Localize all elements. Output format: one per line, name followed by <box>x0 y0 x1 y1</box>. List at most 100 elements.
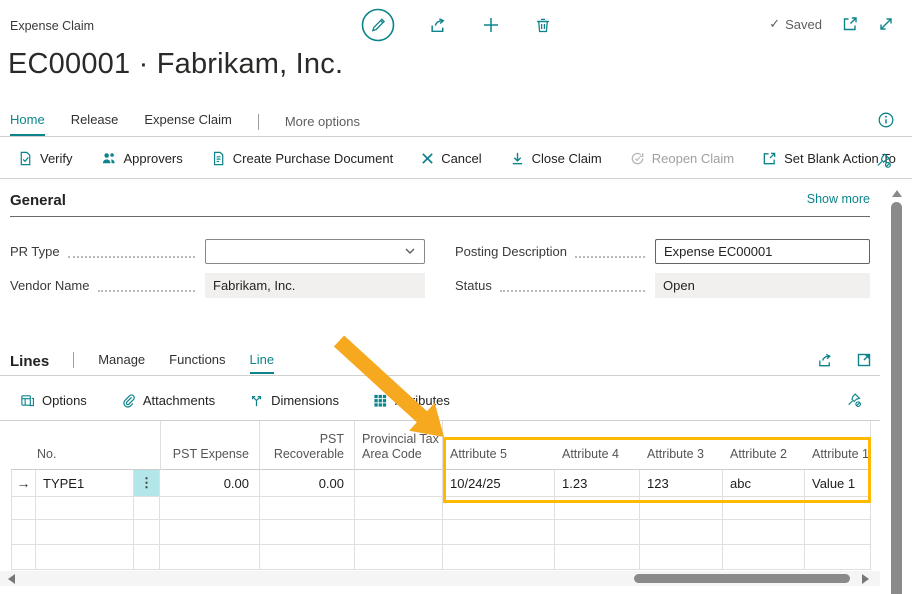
dimensions-button[interactable]: Dimensions <box>249 393 339 408</box>
cell-attribute-2[interactable]: abc <box>723 470 805 497</box>
unpin-icon[interactable] <box>875 152 892 169</box>
lines-tab-functions[interactable]: Functions <box>169 352 225 374</box>
empty-cell[interactable] <box>160 520 260 545</box>
empty-cell[interactable] <box>160 545 260 570</box>
edit-pencil-icon[interactable] <box>361 8 395 42</box>
expand-lines-icon[interactable] <box>856 352 872 369</box>
options-button[interactable]: Options <box>20 393 87 408</box>
empty-cell[interactable] <box>723 497 805 520</box>
scroll-right-arrow-icon[interactable] <box>862 574 869 584</box>
horizontal-scrollbar-thumb[interactable] <box>634 574 850 583</box>
cell-provincial-tax-area-code[interactable] <box>355 470 443 497</box>
empty-cell[interactable] <box>443 545 555 570</box>
tab-expense-claim[interactable]: Expense Claim <box>144 112 231 136</box>
empty-cell[interactable] <box>355 545 443 570</box>
empty-cell[interactable] <box>36 520 134 545</box>
empty-cell[interactable] <box>355 520 443 545</box>
scroll-up-arrow-icon[interactable] <box>892 190 902 197</box>
close-claim-button[interactable]: Close Claim <box>510 151 602 166</box>
expand-fullscreen-icon[interactable] <box>878 16 894 32</box>
approvers-button[interactable]: Approvers <box>101 151 183 166</box>
open-in-window-icon[interactable] <box>842 16 858 32</box>
scroll-left-arrow-icon[interactable] <box>8 574 15 584</box>
cancel-button[interactable]: Cancel <box>421 151 481 166</box>
tab-home[interactable]: Home <box>10 112 45 136</box>
document-icon <box>211 151 226 166</box>
horizontal-scrollbar[interactable] <box>0 571 880 586</box>
empty-cell[interactable] <box>260 497 355 520</box>
empty-cell[interactable] <box>443 497 555 520</box>
show-more-link[interactable]: Show more <box>807 192 870 206</box>
empty-cell[interactable] <box>723 545 805 570</box>
pr-type-combobox[interactable] <box>205 239 425 264</box>
cell-no[interactable]: TYPE1 <box>36 470 134 497</box>
empty-cell[interactable] <box>805 520 871 545</box>
empty-cell[interactable] <box>555 520 640 545</box>
cell-attribute-4[interactable]: 1.23 <box>555 470 640 497</box>
new-plus-icon[interactable] <box>482 16 500 34</box>
empty-cell[interactable] <box>640 520 723 545</box>
col-header-attribute-2[interactable]: Attribute 2 <box>723 421 805 470</box>
posting-description-label: Posting Description <box>455 244 567 259</box>
dotted-leader <box>98 278 196 292</box>
delete-trash-icon[interactable] <box>534 16 552 34</box>
col-header-no[interactable]: No. <box>11 421 160 470</box>
lines-tab-line[interactable]: Line <box>250 352 275 374</box>
attachments-button[interactable]: Attachments <box>121 393 215 408</box>
cell-attribute-5[interactable]: 10/24/25 <box>443 470 555 497</box>
reopen-claim-button[interactable]: Reopen Claim <box>630 151 734 166</box>
empty-cell[interactable] <box>134 545 160 570</box>
empty-cell[interactable] <box>723 520 805 545</box>
empty-cell[interactable] <box>640 545 723 570</box>
cell-pst-expense[interactable]: 0.00 <box>160 470 260 497</box>
tab-release[interactable]: Release <box>71 112 119 136</box>
col-header-pst-recoverable[interactable]: PST Recoverable <box>260 421 355 470</box>
empty-cell[interactable] <box>805 497 871 520</box>
col-header-attribute-3[interactable]: Attribute 3 <box>640 421 723 470</box>
empty-cell[interactable] <box>36 545 134 570</box>
create-purchase-document-button[interactable]: Create Purchase Document <box>211 151 393 166</box>
empty-cell[interactable] <box>134 497 160 520</box>
info-icon[interactable] <box>878 112 894 128</box>
empty-cell[interactable] <box>11 520 36 545</box>
empty-cell[interactable] <box>555 545 640 570</box>
empty-cell[interactable] <box>555 497 640 520</box>
vendor-name-label: Vendor Name <box>10 278 90 293</box>
share-icon[interactable] <box>817 352 834 369</box>
menubar: Home Release Expense Claim More options <box>0 106 912 137</box>
col-header-attribute-4[interactable]: Attribute 4 <box>555 421 640 470</box>
col-header-provincial-tax-area-code[interactable]: Provincial Tax Area Code <box>355 421 443 470</box>
empty-cell[interactable] <box>805 545 871 570</box>
empty-cell[interactable] <box>443 520 555 545</box>
empty-cell[interactable] <box>11 545 36 570</box>
vertical-scrollbar[interactable] <box>889 186 904 594</box>
cell-pst-recoverable[interactable]: 0.00 <box>260 470 355 497</box>
cell-attribute-1[interactable]: Value 1 <box>805 470 871 497</box>
attributes-button[interactable]: Attributes <box>373 393 450 408</box>
unpin-lines-icon[interactable] <box>846 392 862 408</box>
lines-tab-manage[interactable]: Manage <box>98 352 145 374</box>
chevron-down-icon[interactable] <box>404 245 416 257</box>
empty-cell[interactable] <box>134 520 160 545</box>
row-selector[interactable]: → <box>11 470 36 497</box>
general-section-header: General Show more <box>10 192 870 217</box>
row-ellipsis-button[interactable]: ⋮ <box>134 470 160 497</box>
empty-cell[interactable] <box>160 497 260 520</box>
verify-button[interactable]: Verify <box>18 151 73 166</box>
vertical-scrollbar-thumb[interactable] <box>891 202 902 594</box>
empty-cell[interactable] <box>36 497 134 520</box>
col-header-attribute-1[interactable]: Attribute 1 <box>805 421 871 470</box>
cell-attribute-3[interactable]: 123 <box>640 470 723 497</box>
empty-cell[interactable] <box>260 520 355 545</box>
share-icon[interactable] <box>429 16 448 35</box>
col-header-pst-expense[interactable]: PST Expense <box>160 421 260 470</box>
saved-label: Saved <box>785 17 822 32</box>
empty-cell[interactable] <box>11 497 36 520</box>
more-options[interactable]: More options <box>285 114 360 136</box>
col-header-attribute-5[interactable]: Attribute 5 <box>443 421 555 470</box>
empty-cell[interactable] <box>640 497 723 520</box>
lines-section-header: Lines Manage Functions Line <box>10 348 274 374</box>
posting-description-input[interactable]: Expense EC00001 <box>655 239 870 264</box>
empty-cell[interactable] <box>355 497 443 520</box>
empty-cell[interactable] <box>260 545 355 570</box>
